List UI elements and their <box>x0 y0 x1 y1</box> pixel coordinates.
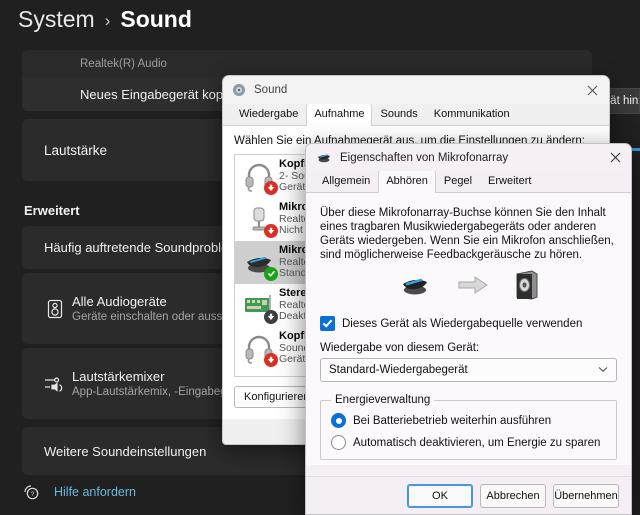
tab-wiedergabe[interactable]: Wiedergabe <box>231 104 306 125</box>
realtek-label: Realtek(R) Audio <box>80 57 167 70</box>
pci-card-icon <box>239 287 279 325</box>
use-as-playback-source-label: Dieses Gerät als Wiedergabequelle verwen… <box>342 317 583 330</box>
props-dialog-title: Eigenschaften von Mikrofonarray <box>340 151 509 164</box>
help-question-icon: ? <box>22 483 40 501</box>
disabled-badge <box>264 180 278 195</box>
sound-speaker-icon <box>232 83 246 97</box>
playback-device-label: Wiedergabe von diesem Gerät: <box>320 342 480 354</box>
mic-array-icon <box>316 151 332 165</box>
speaker-box-icon <box>514 269 540 303</box>
props-dialog-titlebar[interactable]: Eigenschaften von Mikrofonarray <box>306 144 631 171</box>
ok-button[interactable]: OK <box>407 483 473 508</box>
device-subtitle-row: Realtek(R) Audio <box>22 50 592 77</box>
headset-icon <box>239 158 279 196</box>
page-title: Sound <box>120 6 192 32</box>
mic-array-icon <box>398 272 432 301</box>
playback-device-select[interactable]: Standard-Wiedergabegerät <box>320 358 617 382</box>
radio-disable-to-save-power[interactable]: Automatisch deaktivieren, um Energie zu … <box>331 435 606 450</box>
sound-dialog-titlebar[interactable]: Sound <box>223 76 609 104</box>
chevron-right-icon: › <box>104 10 111 30</box>
microphone-icon <box>239 201 279 239</box>
tab-sounds[interactable]: Sounds <box>372 104 425 125</box>
disabled-badge <box>264 352 278 367</box>
tab-abhoeren[interactable]: Abhören <box>378 170 436 193</box>
chevron-down-icon <box>598 365 608 375</box>
tab-pegel[interactable]: Pegel <box>436 171 480 192</box>
get-help-link[interactable]: Hilfe anfordern <box>54 485 136 499</box>
apply-button[interactable]: Übernehmen <box>553 483 619 508</box>
radio-disable-to-save-power-label: Automatisch deaktivieren, um Energie zu … <box>353 436 601 449</box>
sound-dialog-tabs: Wiedergabe Aufnahme Sounds Kommunikation <box>223 103 609 126</box>
mixer-icon <box>38 374 72 394</box>
playback-device-value: Standard-Wiedergabegerät <box>329 364 468 376</box>
radio-icon[interactable] <box>331 435 346 450</box>
close-icon[interactable] <box>575 76 609 104</box>
listen-description: Über diese Mikrofonarray-Buchse können S… <box>320 207 614 261</box>
svg-text:?: ? <box>31 491 35 498</box>
more-sound-settings-label: Weitere Soundeinstellungen <box>44 443 207 459</box>
arrow-right-icon <box>458 275 488 297</box>
use-as-playback-source-checkbox-row[interactable]: Dieses Gerät als Wiedergabequelle verwen… <box>320 316 617 331</box>
volume-label: Lautstärke <box>44 142 108 158</box>
headset-icon <box>239 330 279 368</box>
disabled-badge <box>264 309 278 324</box>
radio-continue-on-battery[interactable]: Bei Batteriebetrieb weiterhin ausführen <box>331 413 606 428</box>
breadcrumb-root[interactable]: System <box>18 6 95 33</box>
power-management-group: Energieverwaltung Bei Batteriebetrieb we… <box>320 394 617 460</box>
breadcrumb: System › Sound <box>18 6 192 33</box>
props-dialog-footer: OK Abbrechen Übernehmen <box>306 476 631 514</box>
tab-erweitert[interactable]: Erweitert <box>480 171 539 192</box>
tab-allgemein[interactable]: Allgemein <box>314 171 378 192</box>
checkbox-icon[interactable] <box>320 316 335 331</box>
mic-array-icon <box>239 244 279 282</box>
tab-aufnahme[interactable]: Aufnahme <box>306 103 373 126</box>
disabled-badge <box>264 223 278 238</box>
speaker-icon <box>38 299 72 319</box>
cancel-button[interactable]: Abbrechen <box>480 483 546 508</box>
get-help-row[interactable]: ? Hilfe anfordern <box>22 483 136 501</box>
signal-flow-illustration <box>320 266 617 306</box>
sound-dialog-title: Sound <box>254 84 288 96</box>
power-management-legend: Energieverwaltung <box>335 394 431 406</box>
props-dialog-body: Über diese Mikrofonarray-Buchse können S… <box>306 193 631 465</box>
default-device-badge <box>264 266 278 281</box>
radio-icon[interactable] <box>331 413 346 428</box>
props-dialog-tabs: Allgemein Abhören Pegel Erweitert <box>306 170 631 193</box>
radio-continue-on-battery-label: Bei Batteriebetrieb weiterhin ausführen <box>353 414 552 427</box>
tab-kommunikation[interactable]: Kommunikation <box>426 104 518 125</box>
close-icon[interactable] <box>599 144 631 171</box>
microphone-array-properties-dialog: Eigenschaften von Mikrofonarray Allgemei… <box>305 143 632 515</box>
